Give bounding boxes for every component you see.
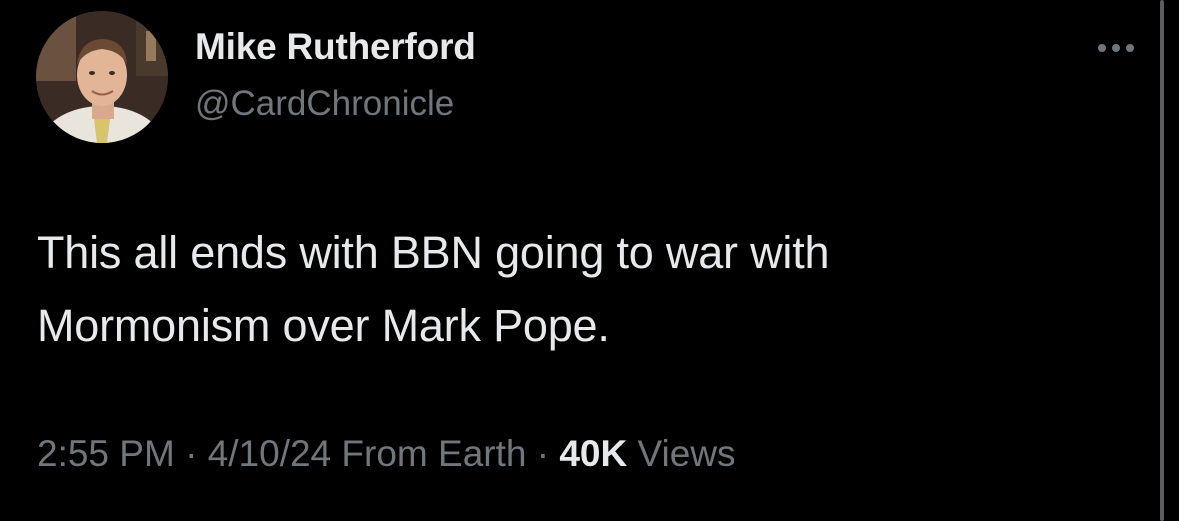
tweet-text: This all ends with BBN going to war with… bbox=[37, 216, 1037, 362]
views-label: Views bbox=[637, 433, 736, 474]
author-handle[interactable]: @CardChronicle bbox=[195, 84, 454, 124]
tweet-metadata: 2:55 PM · 4/10/24 From Earth · 40K Views bbox=[37, 433, 736, 475]
separator: · bbox=[185, 433, 198, 474]
more-horizontal-icon bbox=[1098, 44, 1106, 52]
tweet-text-line: This all ends with BBN going to war with bbox=[37, 227, 830, 278]
views-count: 40K bbox=[559, 433, 628, 474]
tweet-detail: Mike Rutherford @CardChronicle This all … bbox=[0, 0, 1179, 521]
tweet-text-line: Mormonism over Mark Pope. bbox=[37, 300, 610, 351]
tweet-source: From Earth bbox=[341, 433, 527, 474]
more-horizontal-icon-dot bbox=[1126, 44, 1134, 52]
scrollbar[interactable] bbox=[1160, 0, 1164, 521]
views[interactable]: 40K Views bbox=[559, 433, 735, 474]
separator: · bbox=[536, 433, 550, 474]
profile-photo-icon bbox=[36, 11, 168, 143]
more-horizontal-icon-dot bbox=[1112, 44, 1120, 52]
tweet-time[interactable]: 2:55 PM bbox=[37, 433, 175, 474]
more-options-button[interactable] bbox=[1088, 30, 1144, 66]
author-display-name[interactable]: Mike Rutherford bbox=[195, 26, 476, 68]
tweet-date[interactable]: 4/10/24 bbox=[208, 433, 331, 474]
avatar[interactable] bbox=[36, 11, 168, 143]
